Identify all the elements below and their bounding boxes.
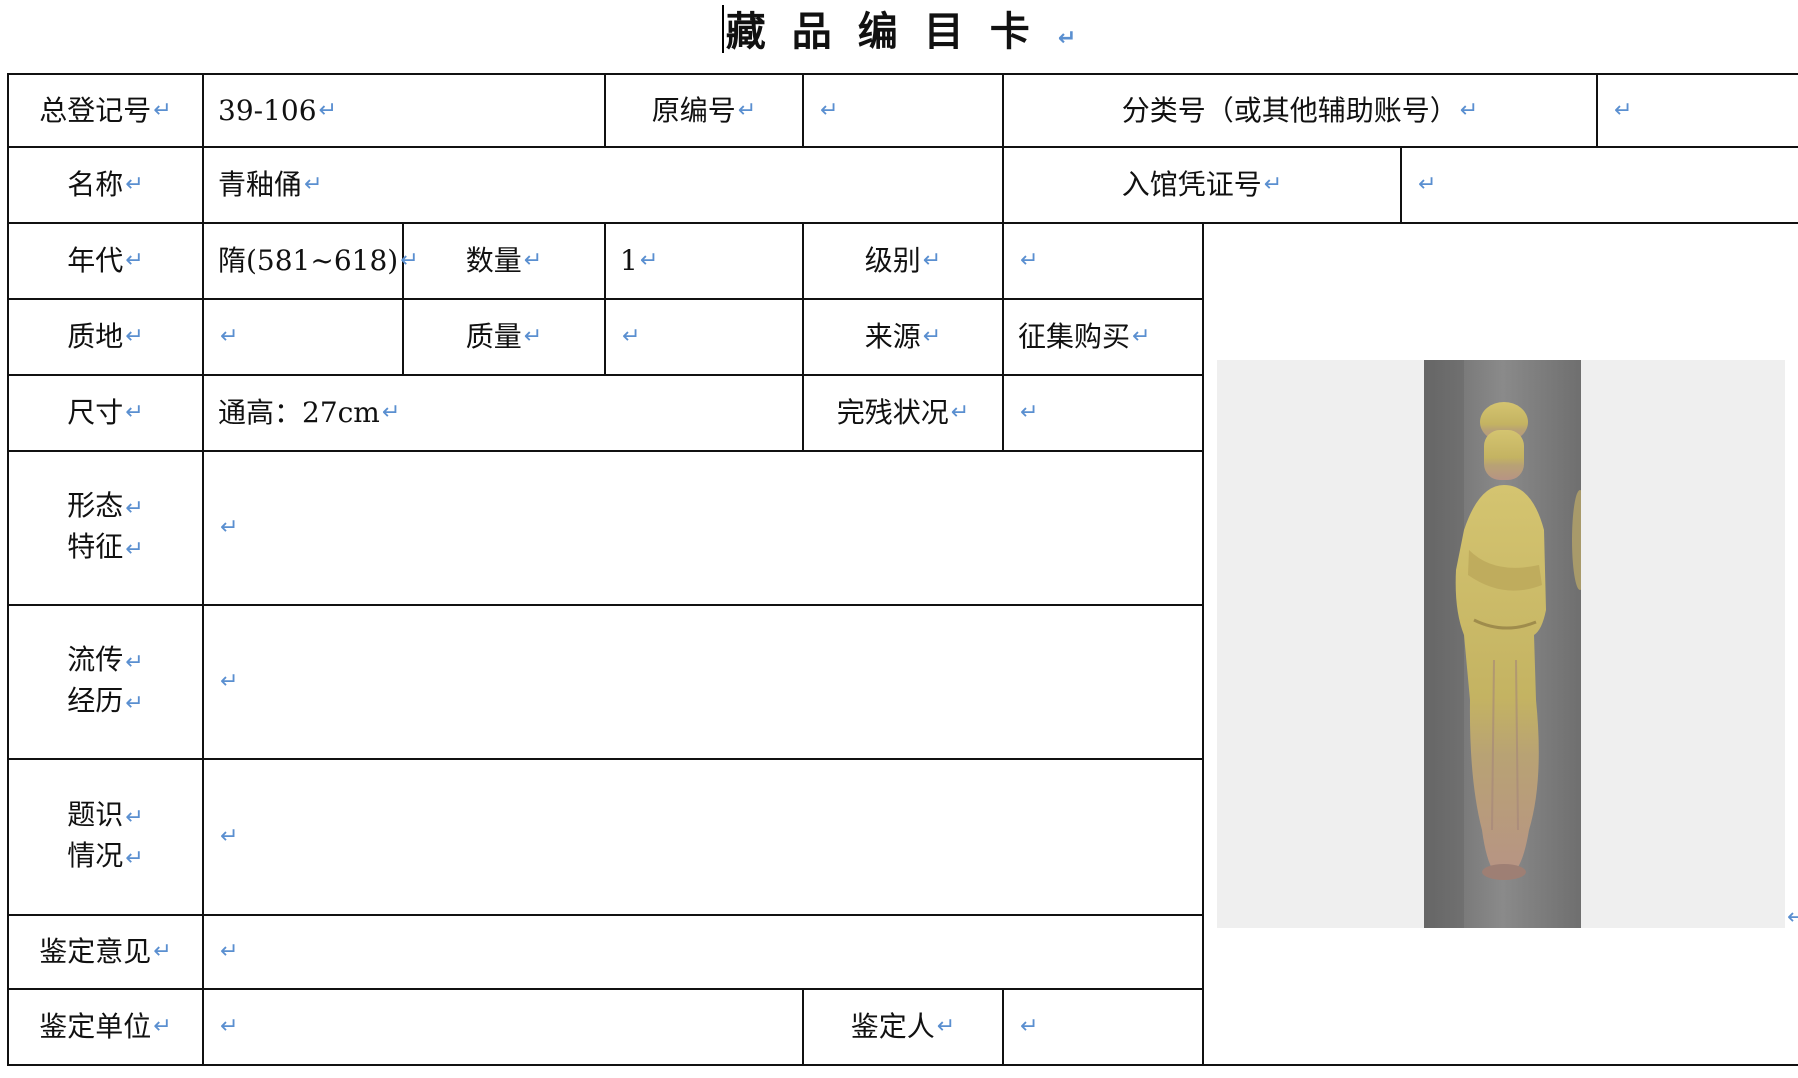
return-mark-icon: ↵ bbox=[1132, 324, 1151, 349]
source-label: 来源 ↵ bbox=[804, 300, 1002, 374]
return-mark-icon: ↵ bbox=[523, 324, 543, 349]
return-mark-icon: ↵ bbox=[1020, 248, 1039, 273]
return-mark-icon: ↵ bbox=[125, 846, 144, 871]
return-mark-icon: ↵ bbox=[220, 515, 239, 540]
size-label: 尺寸 ↵ bbox=[9, 376, 202, 450]
era-label: 年代 ↵ bbox=[9, 224, 202, 298]
provenance-label: 流传↵ 经历↵ bbox=[67, 643, 144, 717]
return-mark-icon: ↵ bbox=[220, 824, 239, 849]
quantity-label: 数量 ↵ bbox=[404, 224, 604, 298]
condition-label: 完残状况 ↵ bbox=[804, 376, 1002, 450]
return-mark-icon: ↵ bbox=[1459, 97, 1479, 123]
classification-number-value[interactable]: ↵ bbox=[1598, 75, 1798, 146]
mass-value[interactable]: ↵ bbox=[606, 300, 802, 374]
form-features-label: 形态↵ 特征↵ bbox=[67, 489, 144, 563]
return-mark-icon: ↵ bbox=[950, 400, 970, 425]
return-mark-icon: ↵ bbox=[318, 97, 337, 123]
card-title-text: 藏品编目卡 bbox=[725, 8, 1056, 55]
return-mark-icon: ↵ bbox=[304, 172, 323, 197]
return-mark-icon: ↵ bbox=[922, 248, 942, 273]
card-title: 藏品编目卡↵ bbox=[0, 2, 1798, 62]
grid-line bbox=[1202, 222, 1204, 1066]
appraisal-unit-label: 鉴定单位 ↵ bbox=[9, 990, 202, 1064]
inscription-value[interactable]: ↵ bbox=[204, 760, 1202, 914]
return-mark-icon: ↵ bbox=[153, 939, 172, 964]
return-mark-icon: ↵ bbox=[220, 1014, 239, 1039]
return-mark-icon: ↵ bbox=[220, 939, 239, 964]
return-mark-icon: ↵ bbox=[1020, 400, 1039, 425]
return-mark-icon: ↵ bbox=[381, 400, 401, 425]
quantity-value[interactable]: 1 ↵ bbox=[606, 224, 802, 298]
return-mark-icon: ↵ bbox=[125, 248, 144, 273]
appraisal-opinion-value[interactable]: ↵ bbox=[204, 916, 1202, 988]
return-mark-icon: ↵ bbox=[153, 97, 172, 123]
original-number-value[interactable]: ↵ bbox=[804, 75, 1002, 146]
registration-number-label: 总登记号 ↵ bbox=[9, 75, 202, 146]
grid-line bbox=[7, 1064, 1798, 1066]
appraisal-opinion-label: 鉴定意见 ↵ bbox=[9, 916, 202, 988]
return-mark-icon: ↵ bbox=[125, 691, 144, 716]
return-mark-icon: ↵ bbox=[1614, 97, 1633, 123]
inscription-label: 题识↵ 情况↵ bbox=[67, 798, 144, 872]
return-mark-icon: ↵ bbox=[1057, 26, 1077, 51]
return-mark-icon: ↵ bbox=[922, 324, 942, 349]
return-mark-icon: ↵ bbox=[220, 669, 239, 694]
photo-return-mark-icon: ↵ bbox=[1787, 905, 1798, 930]
grade-label: 级别 ↵ bbox=[804, 224, 1002, 298]
source-value[interactable]: 征集购买 ↵ bbox=[1004, 300, 1202, 374]
return-mark-icon: ↵ bbox=[737, 97, 757, 123]
return-mark-icon: ↵ bbox=[523, 248, 543, 273]
return-mark-icon: ↵ bbox=[622, 324, 641, 349]
return-mark-icon: ↵ bbox=[125, 496, 144, 521]
classification-number-label: 分类号（或其他辅助账号） ↵ bbox=[1004, 75, 1596, 146]
condition-value[interactable]: ↵ bbox=[1004, 376, 1202, 450]
voucher-number-value[interactable]: ↵ bbox=[1402, 148, 1798, 222]
return-mark-icon: ↵ bbox=[125, 537, 144, 562]
name-label: 名称 ↵ bbox=[9, 148, 202, 222]
mass-label: 质量 ↵ bbox=[404, 300, 604, 374]
registration-number-value[interactable]: 39-106 ↵ bbox=[204, 75, 604, 146]
return-mark-icon: ↵ bbox=[125, 805, 144, 830]
appraiser-value[interactable]: ↵ bbox=[1004, 990, 1202, 1064]
return-mark-icon: ↵ bbox=[1020, 1014, 1039, 1039]
size-value[interactable]: 通高：27cm ↵ bbox=[204, 376, 802, 450]
return-mark-icon: ↵ bbox=[125, 400, 144, 425]
voucher-number-label: 入馆凭证号 ↵ bbox=[1004, 148, 1400, 222]
return-mark-icon: ↵ bbox=[820, 97, 839, 123]
return-mark-icon: ↵ bbox=[220, 324, 239, 349]
artifact-photo bbox=[1424, 360, 1588, 928]
appraisal-unit-value[interactable]: ↵ bbox=[204, 990, 802, 1064]
return-mark-icon: ↵ bbox=[125, 324, 144, 349]
name-value[interactable]: 青釉俑 ↵ bbox=[204, 148, 1002, 222]
return-mark-icon: ↵ bbox=[1418, 172, 1437, 197]
return-mark-icon: ↵ bbox=[1263, 172, 1283, 197]
return-mark-icon: ↵ bbox=[125, 172, 144, 197]
return-mark-icon: ↵ bbox=[125, 650, 144, 675]
return-mark-icon: ↵ bbox=[936, 1014, 956, 1039]
grade-value[interactable]: ↵ bbox=[1004, 224, 1202, 298]
material-value[interactable]: ↵ bbox=[204, 300, 402, 374]
appraiser-label: 鉴定人 ↵ bbox=[804, 990, 1002, 1064]
glazed-figurine-image bbox=[1424, 360, 1588, 928]
original-number-label: 原编号 ↵ bbox=[606, 75, 802, 146]
era-value[interactable]: 隋(581~618) ↵ bbox=[204, 224, 419, 298]
material-label: 质地 ↵ bbox=[9, 300, 202, 374]
text-cursor bbox=[721, 5, 724, 53]
provenance-value[interactable]: ↵ bbox=[204, 606, 1202, 758]
return-mark-icon: ↵ bbox=[639, 248, 659, 273]
form-features-value[interactable]: ↵ bbox=[204, 452, 1202, 604]
return-mark-icon: ↵ bbox=[153, 1014, 172, 1039]
